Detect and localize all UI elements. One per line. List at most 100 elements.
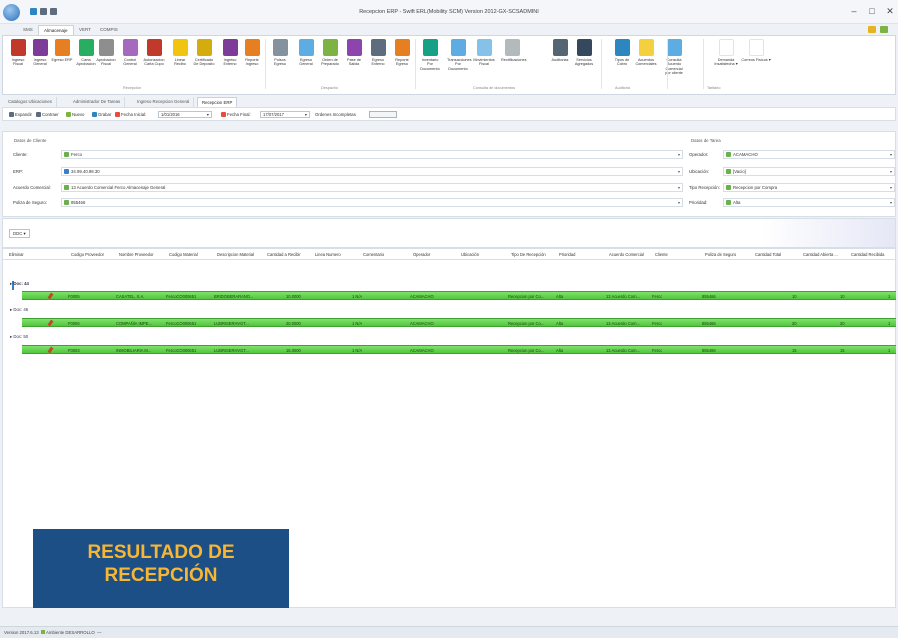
column-header[interactable]: Acuerdo Comercial: [609, 252, 653, 257]
column-header[interactable]: Linea Numero: [315, 252, 361, 257]
ribbon-button-12[interactable]: Egreso General: [295, 39, 317, 67]
date-end-field[interactable]: 17/07/2017 ▾: [260, 111, 310, 118]
ribbon-button-1[interactable]: Ingreso General: [29, 39, 51, 67]
group-label: Doc: 44: [13, 281, 29, 286]
tab-vert[interactable]: VERT: [74, 25, 96, 35]
group-row[interactable]: ▸ Doc: 50: [10, 334, 28, 341]
ribbon-button-5[interactable]: Control General: [119, 39, 141, 67]
ribbon-button-7[interactable]: Linear Recibo: [169, 39, 191, 67]
ribbon-button-8[interactable]: Certificado De Deposito: [193, 39, 215, 67]
column-header[interactable]: Tipo De Recepción: [511, 252, 557, 257]
cell-material-desc: BRIDOBERARANO...: [214, 294, 254, 299]
ribbon-button-19[interactable]: Movimientos Fiscal: [473, 39, 495, 67]
ribbon-button-0[interactable]: Ingreso Fiscal: [7, 39, 29, 67]
ribbon-button-20[interactable]: Rectificaciones: [501, 39, 527, 62]
ribbon-button-22[interactable]: Servicios Agregados: [573, 39, 595, 67]
column-header[interactable]: Descripcion Material: [217, 252, 265, 257]
table-row[interactable]: F0003 INMOBILIARIA M... FercoCO000651 LUBRI…: [22, 345, 896, 354]
erp-field[interactable]: 34.99.40.98.30 ▾: [61, 167, 683, 176]
edit-pencil-icon[interactable]: [47, 292, 54, 300]
ribbon-button-2[interactable]: Egreso ERP: [51, 39, 73, 62]
ribbon-button-15[interactable]: Egreso Externo: [367, 39, 389, 67]
ribbon-button-3[interactable]: Carta Aprobacion: [75, 39, 97, 67]
chevron-down-icon: ▾: [889, 185, 892, 190]
minimize-button[interactable]: –: [846, 5, 862, 17]
gem-icon: [64, 200, 69, 206]
tab-recepcion-erp[interactable]: Recepcion ERP: [197, 97, 238, 107]
tab-administrador-tareas[interactable]: Administrador De Tareas: [69, 97, 126, 107]
edit-pencil-icon[interactable]: [47, 319, 54, 327]
cell-total: 15: [792, 348, 797, 353]
ribbon-button-label: Egreso ERP: [51, 58, 73, 62]
form-panel: Datos de Cliente Cliente: Ferco ▾ ERP: 34…: [2, 131, 896, 217]
column-header[interactable]: Cantidad Total: [755, 252, 801, 257]
ribbon-button-16[interactable]: Reporte Egreso: [391, 39, 413, 67]
date-start-field[interactable]: 1/01/2016 ▾: [158, 111, 212, 118]
column-header[interactable]: Codigo Proveedor: [71, 252, 117, 257]
ribbon-button-9[interactable]: Ingreso Externo: [219, 39, 241, 67]
reception-type-field[interactable]: Recepcion por Compra ▾: [723, 183, 895, 192]
column-header[interactable]: Prioridad: [559, 252, 607, 257]
style-icon[interactable]: [868, 26, 876, 33]
incomplete-orders-toggle[interactable]: [369, 111, 397, 118]
column-header[interactable]: Eliminar: [9, 252, 69, 257]
column-header[interactable]: Codigo Material: [169, 252, 215, 257]
group-label: Doc: 50: [13, 334, 29, 339]
priority-field[interactable]: Alta ▾: [723, 198, 895, 207]
ribbon-button-label: Reporte Egreso: [395, 58, 409, 67]
ribbon-button-17[interactable]: Inventario Por Documento: [419, 39, 441, 71]
column-header[interactable]: Ubicación: [461, 252, 509, 257]
tab-compis[interactable]: COMPIS: [95, 25, 123, 35]
save-label: Grabar: [98, 112, 112, 117]
ribbon-button-26[interactable]: Demanda Insatisfecha ▾: [711, 39, 741, 67]
table-row[interactable]: F0005 CASATEL, S.A. FercoCO000651 BRIDOBERA…: [22, 291, 896, 300]
help-icon[interactable]: [880, 26, 888, 33]
ribbon-button-18[interactable]: Transacciones Por Documento: [447, 39, 472, 71]
ribbon-icon: [322, 39, 338, 56]
ribbon-button-10[interactable]: Reporte Ingreso: [241, 39, 263, 67]
tab-sms[interactable]: SMS: [18, 25, 38, 35]
ribbon-button-6[interactable]: Autorizacion Carta Cupo: [143, 39, 165, 67]
column-header[interactable]: Cliente: [655, 252, 703, 257]
ribbon-button-23[interactable]: Tipos de Cobro: [611, 39, 633, 67]
tab-ingreso-recepcion-general[interactable]: Ingreso Recepcion General: [133, 97, 195, 107]
column-header[interactable]: Cantidad a Recibir: [267, 252, 313, 257]
ribbon: Ingreso Fiscal Ingreso General Egreso ERP C…: [2, 35, 896, 95]
column-header[interactable]: Poliza de Seguro: [705, 252, 753, 257]
ribbon-button-24[interactable]: Acuerdos Comerciales: [635, 39, 657, 67]
column-header[interactable]: Nombre Proveedor: [119, 252, 167, 257]
column-header[interactable]: Operador: [413, 252, 459, 257]
close-button[interactable]: ✕: [882, 5, 898, 17]
edit-pencil-icon[interactable]: [47, 346, 54, 354]
expand-button[interactable]: Expandir: [9, 111, 32, 118]
window-title: Recepcion ERP - Swift ERL(Mobility SCM) …: [359, 9, 539, 15]
ribbon-group-label: Despacho: [321, 86, 339, 90]
priority-value: Alta: [733, 200, 741, 205]
ribbon-button-27[interactable]: Correos Fisicos ▾: [741, 39, 771, 62]
location-field[interactable]: [Vacio] ▾: [723, 167, 895, 176]
column-header[interactable]: Comentario: [363, 252, 411, 257]
ribbon-button-13[interactable]: Orden de Preparado: [319, 39, 341, 67]
save-button[interactable]: Grabar: [92, 111, 111, 118]
operator-field[interactable]: ACAMACHO ▾: [723, 150, 895, 159]
ribbon-button-11[interactable]: Pulsos Egreso: [269, 39, 291, 67]
new-button[interactable]: Nuevo: [66, 111, 84, 118]
ddc-dropdown-button[interactable]: DDC ▾: [9, 229, 30, 238]
cell-client: Ferco: [652, 321, 663, 326]
client-field[interactable]: Ferco ▾: [61, 150, 683, 159]
policy-field[interactable]: 855466 ▾: [61, 198, 683, 207]
group-row[interactable]: ▸ Doc: 46: [10, 307, 28, 314]
ribbon-button-14[interactable]: Pase de Salida: [343, 39, 365, 67]
column-header[interactable]: Cantidad Recibida: [851, 252, 893, 257]
ribbon-button-21[interactable]: Auditorias: [549, 39, 571, 62]
column-header[interactable]: Cantidad Abierta ...: [803, 252, 849, 257]
ribbon-icon: [146, 39, 162, 56]
tab-almacenaje[interactable]: Almacenaje: [38, 25, 74, 35]
collapse-button[interactable]: Contraer: [36, 111, 59, 118]
table-row[interactable]: F0006 COMPAÑÍA IMPE... FercoCO000651 LUBRIS…: [22, 318, 896, 327]
agreement-field[interactable]: 13 Acuerdo Comercial Ferco Almacenaje Ge…: [61, 183, 683, 192]
tab-catalogos-ubicaciones[interactable]: Catalogos Ubicaciones: [4, 97, 57, 107]
maximize-button[interactable]: □: [864, 5, 880, 17]
group-row[interactable]: ▸ Doc: 44: [10, 281, 29, 288]
ribbon-button-4[interactable]: Aprobacion Fiscal: [95, 39, 117, 67]
